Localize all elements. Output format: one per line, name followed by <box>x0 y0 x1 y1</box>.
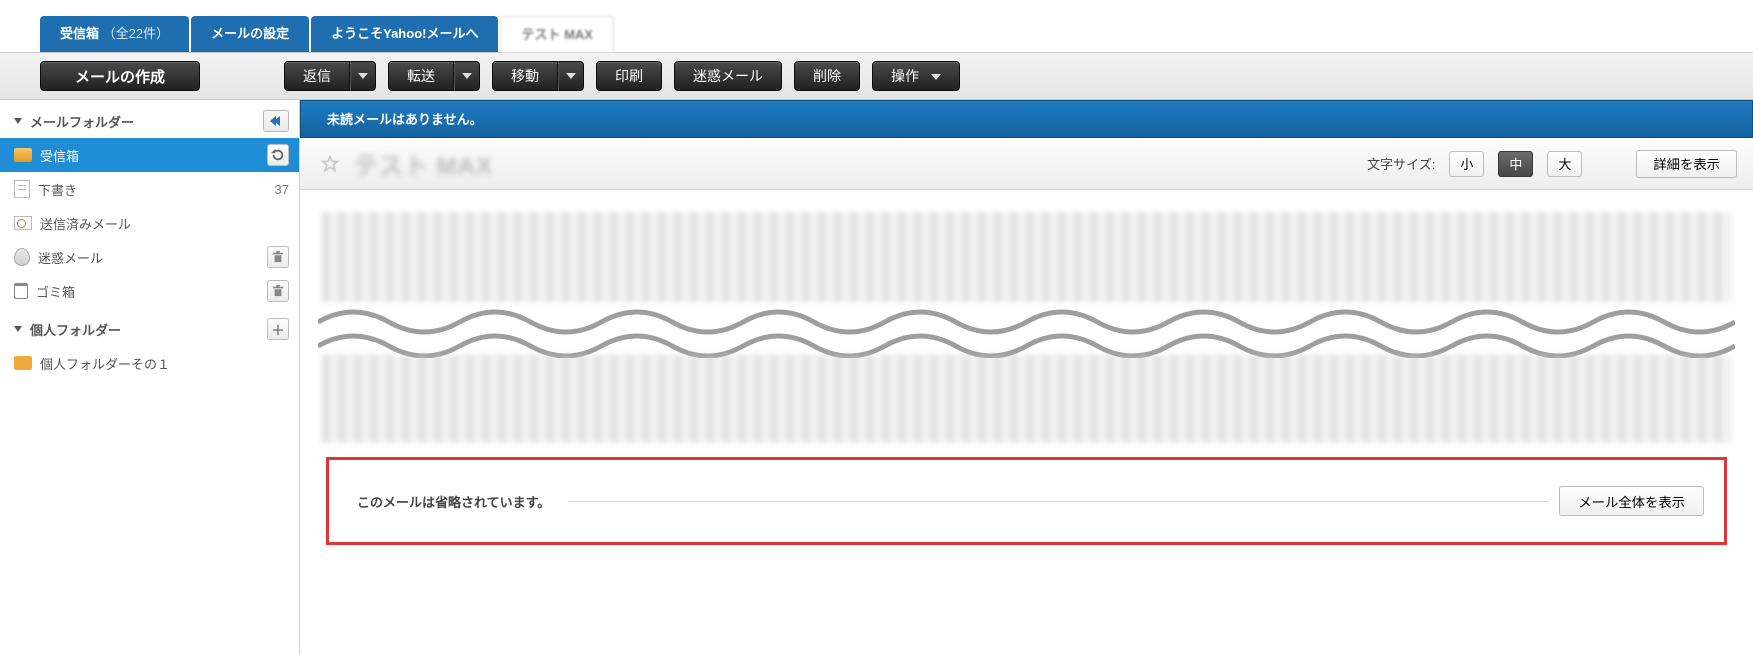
star-icon[interactable] <box>320 154 340 174</box>
reply-button[interactable]: 返信 <box>284 61 350 91</box>
tab-welcome[interactable]: ようこそYahoo!メールへ <box>311 16 498 52</box>
move-group: 移動 <box>492 61 584 91</box>
reply-dropdown[interactable] <box>350 61 376 91</box>
tab-extra[interactable]: テスト MAX <box>500 16 614 52</box>
folder-open-icon <box>14 148 32 162</box>
mail-body-blurred <box>322 355 1731 443</box>
forward-button[interactable]: 転送 <box>388 61 454 91</box>
reply-group: 返信 <box>284 61 376 91</box>
expand-icon[interactable] <box>14 118 22 124</box>
chevron-down-icon <box>566 73 576 79</box>
tab-inbox-label: 受信箱 <box>60 26 99 41</box>
sidebar-item-label: 下書き <box>38 180 77 199</box>
collapse-sidebar-button[interactable] <box>263 110 289 132</box>
truncation-wave-icon <box>318 302 1735 358</box>
chevron-left-double-icon <box>272 116 280 126</box>
show-detail-button[interactable]: 詳細を表示 <box>1636 150 1737 178</box>
bin-icon <box>14 283 28 299</box>
add-folder-button[interactable]: ＋ <box>267 318 289 340</box>
main-content: 未読メールはありません。 テスト MAX 文字サイズ: 小 中 大 詳細を表示 … <box>300 100 1753 655</box>
document-icon <box>14 180 30 198</box>
chevron-down-icon <box>931 74 941 80</box>
tab-settings[interactable]: メールの設定 <box>191 16 309 52</box>
tab-bar: 受信箱 （全22件） メールの設定 ようこそYahoo!メールへ テスト MAX <box>0 0 1753 52</box>
delete-button[interactable]: 削除 <box>794 61 860 91</box>
move-button[interactable]: 移動 <box>492 61 558 91</box>
sidebar-item-inbox[interactable]: 受信箱 <box>0 138 299 172</box>
fontsize-large-button[interactable]: 大 <box>1547 151 1582 177</box>
sent-icon <box>14 216 32 230</box>
sidebar-item-label: 個人フォルダーその１ <box>40 354 170 373</box>
toolbar: メールの作成 返信 転送 移動 印刷 迷惑メール 削除 操作 <box>0 52 1753 100</box>
sidebar-item-label: ゴミ箱 <box>36 282 75 301</box>
no-unread-banner: 未読メールはありません。 <box>300 100 1753 138</box>
sidebar-header-label: メールフォルダー <box>30 112 134 131</box>
mail-subject: テスト MAX <box>354 146 493 181</box>
trash-icon <box>272 250 284 264</box>
mail-body: このメールは省略されています。 メール全体を表示 <box>300 190 1753 575</box>
truncation-label: このメールは省略されています。 <box>349 492 558 511</box>
expand-icon[interactable] <box>14 326 22 332</box>
action-group: 操作 <box>872 61 960 91</box>
sidebar-item-label: 受信箱 <box>40 146 79 165</box>
refresh-icon <box>271 148 285 162</box>
drafts-count: 37 <box>275 182 289 197</box>
fontsize-label: 文字サイズ: <box>1367 154 1435 173</box>
forward-dropdown[interactable] <box>454 61 480 91</box>
action-button[interactable]: 操作 <box>872 61 960 91</box>
shield-icon <box>14 248 30 266</box>
fontsize-medium-button[interactable]: 中 <box>1498 151 1533 177</box>
sidebar-header-mail[interactable]: メールフォルダー <box>0 104 299 138</box>
spam-button[interactable]: 迷惑メール <box>674 61 782 91</box>
tab-inbox[interactable]: 受信箱 （全22件） <box>40 16 189 52</box>
action-label: 操作 <box>891 68 919 84</box>
forward-group: 転送 <box>388 61 480 91</box>
empty-spam-button[interactable] <box>267 246 289 268</box>
fontsize-small-button[interactable]: 小 <box>1449 151 1484 177</box>
sidebar: メールフォルダー 受信箱 下書き 37 送信済みメール 迷惑メール <box>0 100 300 655</box>
chevron-down-icon <box>462 73 472 79</box>
refresh-button[interactable] <box>267 144 289 166</box>
chevron-down-icon <box>358 73 368 79</box>
show-full-mail-button[interactable]: メール全体を表示 <box>1559 486 1704 516</box>
subject-row: テスト MAX 文字サイズ: 小 中 大 詳細を表示 <box>300 138 1753 190</box>
sidebar-item-personal1[interactable]: 個人フォルダーその１ <box>0 346 299 380</box>
empty-trash-button[interactable] <box>267 280 289 302</box>
truncation-notice: このメールは省略されています。 メール全体を表示 <box>326 457 1727 545</box>
sidebar-item-trash[interactable]: ゴミ箱 <box>0 274 299 308</box>
compose-button[interactable]: メールの作成 <box>40 61 200 91</box>
sidebar-item-label: 送信済みメール <box>40 214 131 233</box>
sidebar-item-label: 迷惑メール <box>38 248 103 267</box>
print-button[interactable]: 印刷 <box>596 61 662 91</box>
sidebar-item-spam[interactable]: 迷惑メール <box>0 240 299 274</box>
sidebar-header-label: 個人フォルダー <box>30 320 121 339</box>
sidebar-item-sent[interactable]: 送信済みメール <box>0 206 299 240</box>
move-dropdown[interactable] <box>558 61 584 91</box>
mail-body-blurred <box>322 212 1731 302</box>
sidebar-item-drafts[interactable]: 下書き 37 <box>0 172 299 206</box>
tab-inbox-count: （全22件） <box>103 26 169 41</box>
folder-icon <box>14 356 32 370</box>
sidebar-header-personal[interactable]: 個人フォルダー ＋ <box>0 312 299 346</box>
trash-icon <box>272 284 284 298</box>
divider <box>568 501 1549 502</box>
